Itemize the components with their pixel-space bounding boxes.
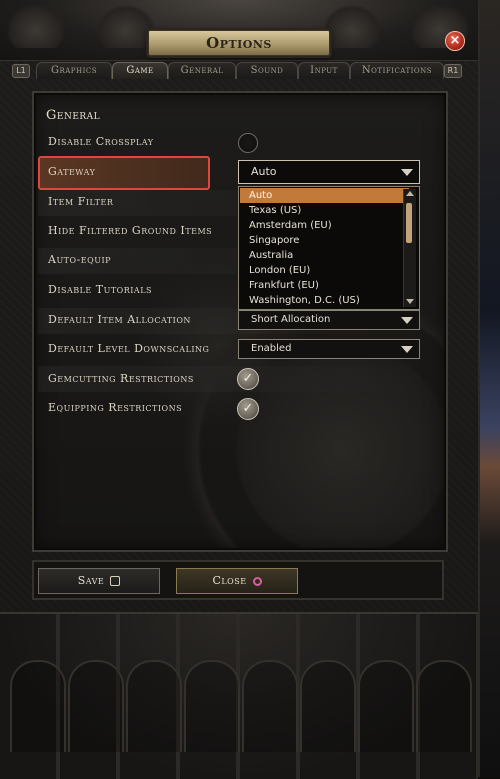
- tab-input[interactable]: Input: [298, 62, 350, 79]
- tab-sound[interactable]: Sound: [236, 62, 298, 79]
- label-default-item-allocation: Default Item Allocation: [48, 313, 191, 326]
- arch-ornament: [416, 660, 472, 752]
- dropdown-option-singapore[interactable]: Singapore: [240, 233, 409, 248]
- scroll-up-arrow-icon[interactable]: [406, 191, 414, 196]
- label-gemcutting-restrictions: Gemcutting Restrictions: [48, 372, 194, 385]
- background-edge: [480, 0, 500, 777]
- close-button-label: Close: [212, 574, 247, 587]
- gateway-select-value: Auto: [251, 165, 277, 178]
- chevron-down-icon: [401, 169, 413, 176]
- dropdown-option-australia[interactable]: Australia: [240, 248, 409, 263]
- circle-button-icon: [252, 576, 262, 586]
- close-button[interactable]: Close: [176, 568, 298, 594]
- label-equipping-restrictions: Equipping Restrictions: [48, 401, 183, 414]
- gemcutting-restrictions-checkbox[interactable]: ✓: [237, 368, 259, 390]
- square-button-icon: [110, 576, 121, 586]
- dropdown-option-texas[interactable]: Texas (US): [240, 203, 409, 218]
- r1-shoulder-icon[interactable]: R1: [444, 64, 462, 78]
- dropdown-option-amsterdam[interactable]: Amsterdam (EU): [240, 218, 409, 233]
- save-button[interactable]: Save: [38, 568, 160, 594]
- l1-shoulder-icon[interactable]: L1: [12, 64, 30, 78]
- label-disable-tutorials: Disable Tutorials: [48, 283, 152, 296]
- arch-ornament: [184, 660, 240, 752]
- scrollbar-thumb[interactable]: [406, 203, 412, 243]
- close-window-icon[interactable]: ×: [445, 31, 465, 51]
- chevron-down-icon: [401, 346, 413, 353]
- gateway-dropdown-list: Auto Texas (US) Amsterdam (EU) Singapore…: [238, 186, 420, 310]
- label-item-filter: Item Filter: [48, 195, 114, 208]
- tab-graphics[interactable]: Graphics: [36, 62, 112, 79]
- arch-ornament: [358, 660, 414, 752]
- arch-ornament: [10, 660, 66, 752]
- section-heading: General: [46, 108, 101, 123]
- window-title: Options: [148, 30, 330, 56]
- gargoyle-left-ornament: [6, 4, 66, 48]
- arch-ornament: [300, 660, 356, 752]
- label-gateway: Gateway: [48, 165, 96, 178]
- save-button-label: Save: [77, 574, 105, 587]
- default-item-allocation-select[interactable]: Short Allocation: [238, 310, 420, 330]
- gateway-select[interactable]: Auto: [238, 160, 420, 184]
- dropdown-option-washington[interactable]: Washington, D.C. (US): [240, 293, 409, 308]
- label-auto-equip: Auto-equip: [48, 253, 111, 266]
- default-level-downscaling-value: Enabled: [251, 343, 292, 354]
- gargoyle-right-inner-ornament: [322, 4, 382, 48]
- label-disable-crossplay: Disable Crossplay: [48, 135, 154, 148]
- default-level-downscaling-select[interactable]: Enabled: [238, 339, 420, 359]
- scroll-down-arrow-icon[interactable]: [406, 299, 414, 304]
- tab-game[interactable]: Game: [112, 62, 168, 79]
- dropdown-option-frankfurt[interactable]: Frankfurt (EU): [240, 278, 409, 293]
- arch-ornament: [242, 660, 298, 752]
- label-hide-filtered-ground-items: Hide Filtered Ground Items: [48, 224, 213, 237]
- gargoyle-left-inner-ornament: [96, 4, 156, 48]
- tab-bar: L1 Graphics Game General Sound Input Not…: [12, 62, 464, 80]
- arch-ornament: [126, 660, 182, 752]
- default-item-allocation-value: Short Allocation: [251, 314, 331, 325]
- tab-notifications[interactable]: Notifications: [350, 62, 444, 79]
- dropdown-scrollbar[interactable]: [403, 189, 416, 307]
- chevron-down-icon: [401, 317, 413, 324]
- label-default-level-downscaling: Default Level Downscaling: [48, 342, 210, 355]
- arch-ornament: [68, 660, 124, 752]
- disable-crossplay-toggle[interactable]: [238, 133, 258, 153]
- tab-general[interactable]: General: [168, 62, 236, 79]
- dropdown-option-auto[interactable]: Auto: [240, 188, 409, 203]
- dropdown-option-london[interactable]: London (EU): [240, 263, 409, 278]
- equipping-restrictions-checkbox[interactable]: ✓: [237, 398, 259, 420]
